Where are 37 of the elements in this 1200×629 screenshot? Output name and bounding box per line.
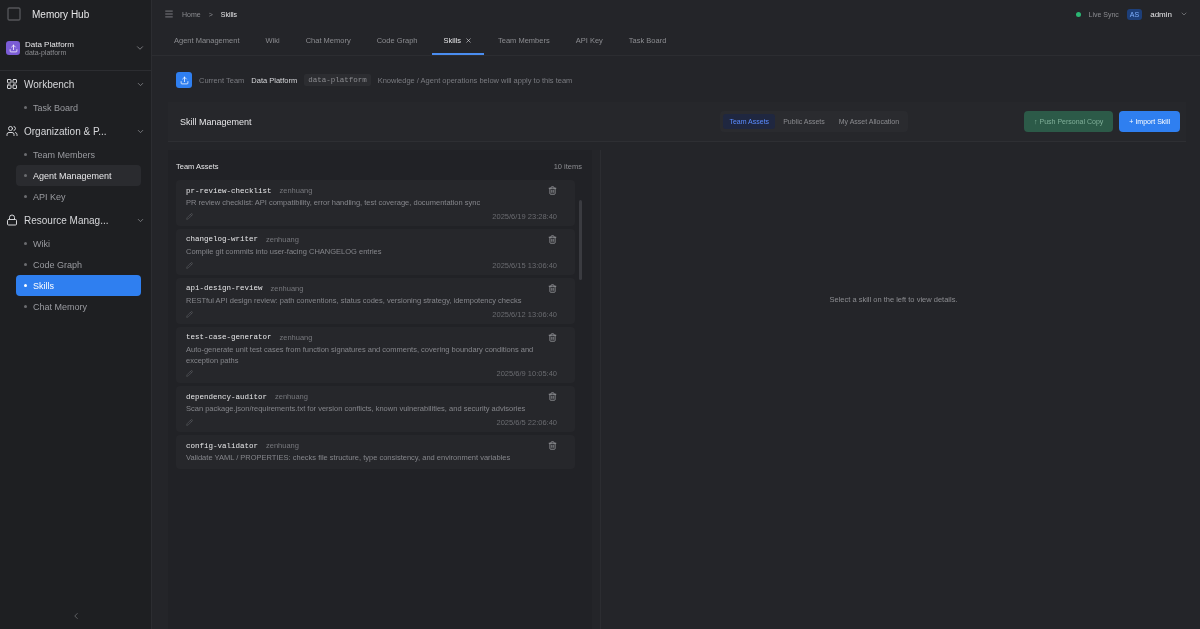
sidebar-item[interactable]: Agent Management bbox=[16, 165, 141, 186]
user-name[interactable]: admin bbox=[1150, 9, 1172, 19]
edit-icon[interactable] bbox=[186, 310, 193, 318]
people-icon bbox=[6, 125, 18, 137]
delete-icon[interactable] bbox=[548, 186, 557, 195]
sidebar-item[interactable]: Task Board bbox=[16, 97, 141, 118]
delete-icon[interactable] bbox=[548, 283, 557, 293]
section-title: Skill Management bbox=[180, 116, 253, 127]
edit-icon[interactable] bbox=[186, 212, 193, 220]
lock-icon bbox=[6, 214, 18, 226]
delete-icon[interactable] bbox=[548, 441, 557, 451]
delete-icon[interactable] bbox=[548, 234, 557, 244]
chevron-icon bbox=[135, 43, 145, 53]
sidebar-group[interactable]: Organization & P... bbox=[0, 118, 151, 144]
logo-icon bbox=[6, 6, 22, 22]
team-icon bbox=[176, 72, 192, 88]
sidebar-item[interactable]: Skills bbox=[16, 275, 141, 296]
sidebar-item[interactable]: Team Members bbox=[16, 144, 141, 165]
status-dot bbox=[1075, 11, 1081, 17]
delete-icon[interactable] bbox=[548, 392, 557, 402]
sidebar-item[interactable]: Chat Memory bbox=[16, 296, 141, 317]
sidebar-group[interactable]: Workbench bbox=[0, 71, 151, 97]
close-icon[interactable] bbox=[465, 37, 473, 44]
team-icon bbox=[6, 41, 20, 55]
chevron-icon bbox=[1180, 10, 1188, 18]
menu-icon[interactable] bbox=[164, 9, 174, 19]
app-title: Memory Hub bbox=[32, 8, 90, 20]
sidebar-item[interactable]: API Key bbox=[16, 186, 141, 207]
edit-icon[interactable] bbox=[186, 370, 193, 378]
delete-icon[interactable] bbox=[548, 332, 557, 342]
sidebar-item[interactable]: Wiki bbox=[16, 233, 141, 254]
sidebar-item[interactable]: Code Graph bbox=[16, 254, 141, 275]
edit-icon[interactable] bbox=[186, 261, 193, 269]
team-name: Data Platform bbox=[25, 40, 75, 49]
sidebar-group[interactable]: Resource Manag... bbox=[0, 207, 151, 233]
edit-icon[interactable] bbox=[186, 419, 193, 427]
grid-icon bbox=[6, 78, 18, 90]
